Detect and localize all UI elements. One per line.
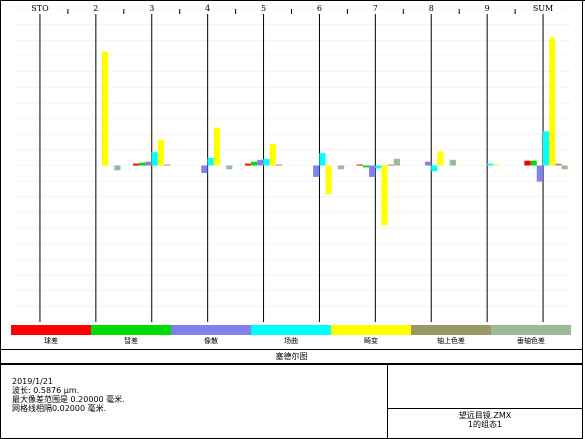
legend-label: 场曲 bbox=[284, 336, 298, 345]
bar bbox=[257, 159, 264, 166]
category-label: SUM bbox=[533, 4, 553, 13]
info-file-name: 望远目镜.ZMX bbox=[458, 411, 512, 420]
bar bbox=[244, 163, 252, 166]
bar bbox=[487, 163, 494, 166]
bar bbox=[201, 165, 208, 174]
category-label: 5 bbox=[261, 4, 266, 13]
category-label: 6 bbox=[317, 4, 322, 13]
legend-label: 球差 bbox=[44, 336, 58, 345]
chart-caption: 塞德尔图 bbox=[275, 352, 308, 361]
bar bbox=[151, 152, 158, 166]
category-label: 3 bbox=[149, 4, 154, 13]
bar bbox=[275, 164, 283, 166]
info-right-empty-cell bbox=[388, 365, 582, 409]
bar bbox=[226, 165, 233, 170]
category-label: 2 bbox=[93, 4, 98, 13]
bar bbox=[449, 159, 456, 166]
legend-label: 彗差 bbox=[124, 336, 138, 345]
info-config: 1的组态1 bbox=[467, 420, 503, 429]
legend-label: 轴上色差 bbox=[437, 336, 465, 345]
legend-swatch bbox=[11, 325, 91, 335]
bar bbox=[207, 157, 214, 166]
bar bbox=[362, 165, 370, 168]
category-label: 8 bbox=[429, 4, 434, 13]
bar bbox=[251, 161, 258, 166]
bar bbox=[157, 139, 165, 166]
bar bbox=[536, 165, 543, 182]
bar bbox=[145, 161, 152, 166]
legend-swatch bbox=[491, 325, 571, 335]
bar bbox=[313, 165, 320, 177]
legend-swatch bbox=[411, 325, 491, 335]
bar bbox=[524, 160, 531, 166]
legend-swatch bbox=[331, 325, 411, 335]
bar bbox=[530, 160, 537, 166]
bar bbox=[555, 163, 562, 166]
info-file-block: 望远目镜.ZMX 1的组态1 bbox=[388, 409, 582, 438]
bar bbox=[381, 165, 388, 226]
bar bbox=[325, 165, 332, 194]
bar bbox=[387, 164, 394, 166]
legend-swatch bbox=[251, 325, 331, 335]
bar bbox=[133, 163, 140, 166]
bar bbox=[431, 165, 438, 172]
category-label: 4 bbox=[205, 4, 210, 13]
bar bbox=[114, 165, 121, 171]
bar bbox=[424, 161, 432, 166]
bar bbox=[561, 165, 568, 170]
bar bbox=[375, 165, 382, 169]
info-panel: 2019/1/21 波长: 0.5876 µm. 最大像差范围是 0.20000… bbox=[0, 364, 583, 439]
info-date: 2019/1/21 bbox=[12, 377, 54, 386]
legend-label: 畸变 bbox=[364, 336, 378, 345]
info-grid-spacing: 网格线相隔0.02000 毫米. bbox=[12, 404, 107, 413]
bar bbox=[101, 51, 109, 166]
bar bbox=[164, 164, 171, 166]
bar bbox=[542, 131, 550, 166]
info-wavelength: 波长: 0.5876 µm. bbox=[12, 386, 80, 395]
bar bbox=[269, 143, 276, 166]
bar bbox=[493, 164, 500, 166]
legend-swatch bbox=[91, 325, 171, 335]
bar bbox=[139, 162, 146, 166]
bar bbox=[369, 165, 376, 177]
bar bbox=[213, 127, 220, 166]
bar bbox=[319, 153, 326, 166]
bar bbox=[263, 158, 270, 166]
category-label: STO bbox=[31, 4, 49, 13]
chart-caption-bar: 塞德尔图 bbox=[0, 349, 583, 364]
bar bbox=[393, 158, 401, 166]
bar bbox=[356, 164, 363, 166]
legend-swatch bbox=[171, 325, 251, 335]
category-label: 9 bbox=[485, 4, 490, 13]
bar bbox=[437, 151, 444, 166]
legend-label: 垂轴色差 bbox=[517, 336, 545, 345]
legend-label: 像散 bbox=[204, 336, 218, 345]
category-label: 7 bbox=[373, 4, 378, 13]
info-text-block: 2019/1/21 波长: 0.5876 µm. 最大像差范围是 0.20000… bbox=[1, 365, 388, 438]
bar bbox=[549, 37, 556, 166]
bar bbox=[337, 165, 345, 170]
seidel-chart: STO 2 3 4 5 6 7 8 9 SUM 球差 彗差 像散 场曲 畸变 轴上色差 垂轴色差 bbox=[0, 0, 585, 349]
info-max-range: 最大像差范围是 0.20000 毫米. bbox=[12, 395, 125, 404]
